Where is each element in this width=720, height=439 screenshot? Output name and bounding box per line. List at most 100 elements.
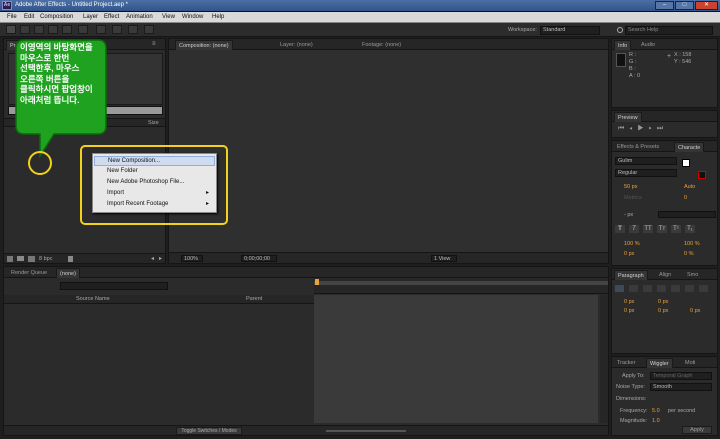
baseline-shift-value[interactable]: 0 px [624,251,634,257]
noise-type-select[interactable]: Smooth [650,383,712,391]
stroke-style-select[interactable] [658,211,716,218]
menu-item-new-folder[interactable]: New Folder [94,167,215,177]
font-size-value[interactable]: 50 px [624,184,637,190]
tab-smoother[interactable]: Smo [684,270,701,280]
apply-button[interactable]: Apply [682,426,712,434]
indent-right-value[interactable]: 0 px [624,308,634,314]
fill-color-swatch[interactable] [682,159,690,167]
timecode-display[interactable]: 0;00;00;00 [241,255,277,262]
tab-layer[interactable]: Layer: (none) [277,40,316,50]
view-layout-select[interactable]: 1 View [431,255,457,262]
scroll-left-icon[interactable]: ◂ [151,255,154,262]
indent-first-value[interactable]: 0 px [658,299,668,305]
menu-item-import[interactable]: Import ▸ [94,189,215,199]
menu-item-import-recent-footage[interactable]: Import Recent Footage ▸ [94,200,215,210]
tsume-value[interactable]: 0 % [684,251,693,257]
panel-menu-icon[interactable]: ≡ [152,41,156,47]
interpret-footage-icon[interactable] [7,256,13,262]
horizontal-scale-value[interactable]: 100 % [684,241,700,247]
timeline-scrollbar[interactable] [600,295,608,423]
zoom-slider[interactable] [326,430,406,432]
small-caps-icon[interactable]: Tт [657,225,667,233]
stroke-width-value[interactable]: - px [624,212,633,218]
menu-animation[interactable]: Animation [126,14,153,20]
puppet-tool-icon[interactable] [144,25,154,34]
menu-view[interactable]: View [162,14,175,20]
tab-character[interactable]: Characte [674,142,705,152]
frequency-value[interactable]: 5.0 [652,408,660,414]
selection-tool-icon[interactable] [6,25,16,34]
faux-bold-icon[interactable]: T [615,225,625,233]
tab-timeline-none[interactable]: (none) [56,268,80,278]
tab-render-queue[interactable]: Render Queue [8,268,50,278]
tab-tracker[interactable]: Tracker [614,358,638,368]
tab-wiggler[interactable]: Wiggler [646,358,673,368]
work-area-bar[interactable] [314,281,608,285]
menu-item-new-composition[interactable]: New Composition... [94,156,215,166]
new-composition-icon[interactable] [28,256,35,262]
tab-align[interactable]: Align [656,270,674,280]
space-before-value[interactable]: 0 px [658,308,668,314]
maximize-button[interactable]: □ [675,1,694,10]
brush-tool-icon[interactable] [128,25,138,34]
menu-item-new-photoshop-file[interactable]: New Adobe Photoshop File... [94,178,215,188]
justify-center-icon[interactable] [671,285,680,292]
search-help-input[interactable]: Search Help [625,26,713,35]
kerning-value[interactable]: Metrics [624,195,642,201]
stroke-color-swatch[interactable] [698,171,706,179]
vertical-scale-value[interactable]: 100 % [624,241,640,247]
trash-icon[interactable] [68,256,73,262]
leading-value[interactable]: Auto [684,184,695,190]
workspace-select[interactable]: Standard [540,26,600,35]
hand-tool-icon[interactable] [20,25,30,34]
tab-footage[interactable]: Footage: (none) [359,40,404,50]
menu-composition[interactable]: Composition [40,14,73,20]
subscript-icon[interactable]: T₁ [685,225,695,233]
align-center-icon[interactable] [629,285,638,292]
pen-tool-icon[interactable] [96,25,106,34]
font-family-select[interactable]: Gulim [615,157,677,165]
space-after-value[interactable]: 0 px [690,308,700,314]
justify-all-icon[interactable] [699,285,708,292]
apply-to-select[interactable]: Temporal Graph [650,372,712,380]
menu-window[interactable]: Window [182,14,203,20]
superscript-icon[interactable]: T¹ [671,225,681,233]
menu-file[interactable]: File [7,14,17,20]
tab-paragraph[interactable]: Paragraph [614,270,648,280]
indent-left-value[interactable]: 0 px [624,299,634,305]
tab-info[interactable]: Info [614,40,632,50]
justify-right-icon[interactable] [685,285,694,292]
timeline-search-input[interactable] [60,282,168,290]
playhead-icon[interactable] [315,279,319,285]
scroll-right-icon[interactable]: ▸ [159,255,162,262]
tab-audio[interactable]: Audio [638,40,658,50]
close-button[interactable]: ✕ [695,1,718,10]
faux-italic-icon[interactable]: T [629,225,639,233]
magnitude-value[interactable]: 1.0 [652,418,660,424]
zoom-tool-icon[interactable] [34,25,44,34]
tab-composition[interactable]: Composition: (none) [175,40,233,50]
menu-effect[interactable]: Effect [104,14,119,20]
menu-edit[interactable]: Edit [24,14,34,20]
camera-tool-icon[interactable] [62,25,72,34]
new-folder-icon[interactable] [17,256,24,261]
playback-controls-icon[interactable]: ⏮◂▶▸⏭ [618,125,668,133]
toggle-switches-modes-button[interactable]: Toggle Switches / Modes [176,427,242,435]
align-right-icon[interactable] [643,285,652,292]
minimize-button[interactable]: – [655,1,674,10]
rotate-tool-icon[interactable] [48,25,58,34]
all-caps-icon[interactable]: TT [643,225,653,233]
zoom-select[interactable]: 100% [181,255,203,262]
pan-behind-tool-icon[interactable] [78,25,88,34]
font-style-select[interactable]: Regular [615,169,677,177]
tab-preview[interactable]: Preview [614,112,642,122]
menu-help[interactable]: Help [212,14,224,20]
justify-left-icon[interactable] [657,285,666,292]
tracking-value[interactable]: 0 [684,195,687,201]
align-left-icon[interactable] [615,285,624,292]
tab-motion-sketch[interactable]: Moti [682,358,698,368]
text-tool-icon[interactable] [112,25,122,34]
menu-layer[interactable]: Layer [83,14,98,20]
tab-effects-presets[interactable]: Effects & Presets [614,142,662,152]
bpc-label[interactable]: 8 bpc [39,256,52,262]
